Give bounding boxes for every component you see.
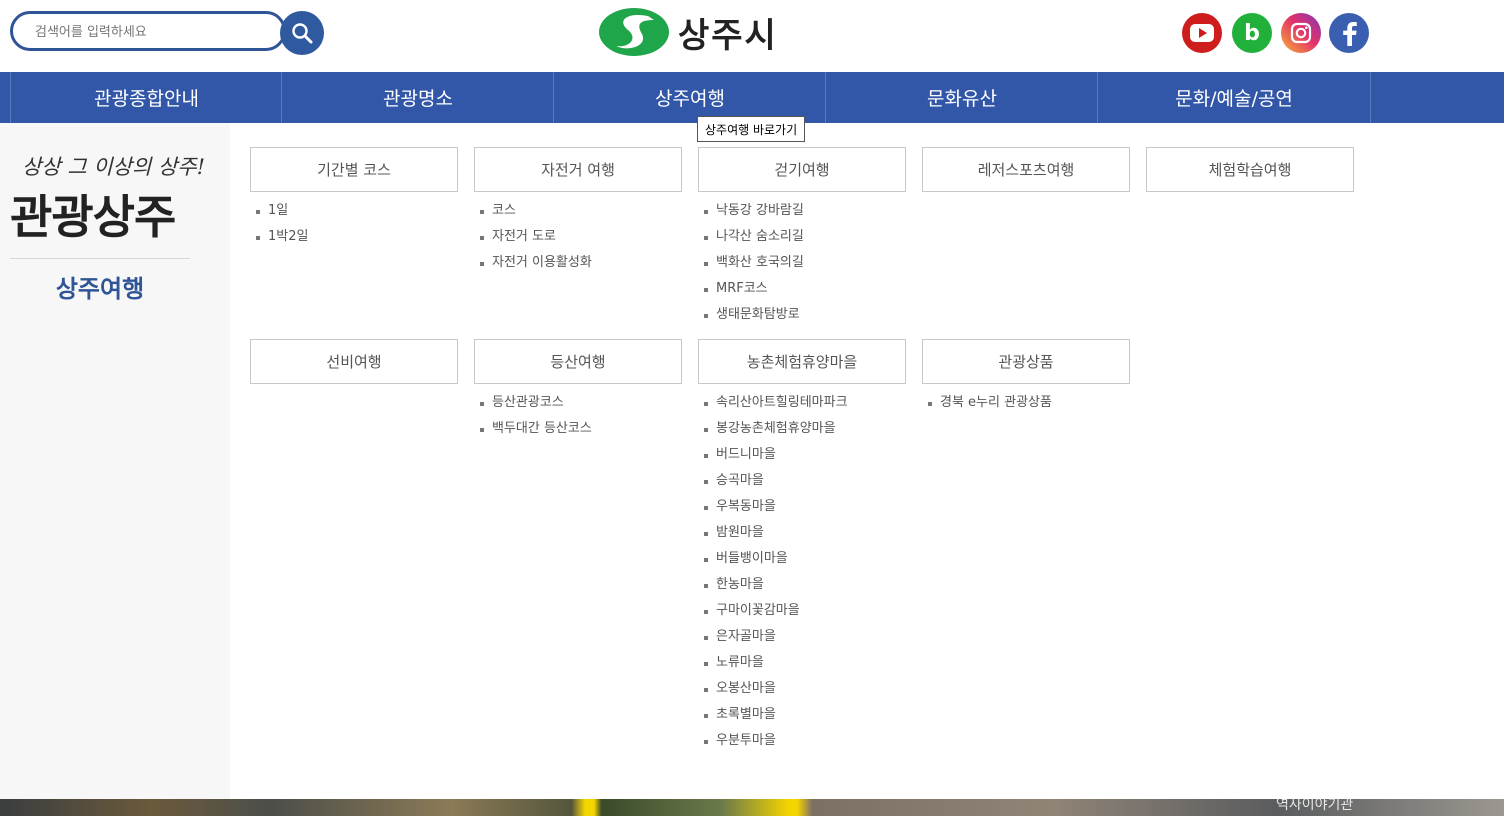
nav-tour-guide[interactable]: 관광종합안내 xyxy=(10,72,282,123)
slogan: 상상 그 이상의 상주! xyxy=(22,155,206,179)
logo-text: 상주시 xyxy=(678,15,778,56)
submenu-item[interactable]: 한농마을 xyxy=(698,572,848,598)
submenu-item[interactable]: 은자골마을 xyxy=(698,624,848,650)
submenu-item[interactable]: 우분투마을 xyxy=(698,728,848,754)
submenu-rural-village: 속리산아트힐링테마파크 봉강농촌체험휴양마을 버드니마을 승곡마을 우복동마을 … xyxy=(698,390,848,754)
submenu-walking-travel: 낙동강 강바람길 나각산 숨소리길 백화산 호국의길 MRF코스 생태문화탐방로 xyxy=(698,198,804,328)
menu-hiking-travel[interactable]: 등산여행 xyxy=(474,339,682,384)
submenu-item[interactable]: 자전거 도로 xyxy=(474,224,592,250)
submenu-item[interactable]: 백두대간 등산코스 xyxy=(474,416,592,442)
submenu-item[interactable]: MRF코스 xyxy=(698,276,804,302)
menu-tour-products[interactable]: 관광상품 xyxy=(922,339,1130,384)
submenu-hiking-travel: 등산관광코스 백두대간 등산코스 xyxy=(474,390,592,442)
youtube-icon xyxy=(1190,24,1214,42)
submenu-item[interactable]: 구마이꽃감마을 xyxy=(698,598,848,624)
menu-rural-village[interactable]: 농촌체험휴양마을 xyxy=(698,339,906,384)
nav-culture-arts[interactable]: 문화/예술/공연 xyxy=(1097,72,1371,123)
site-logo[interactable]: 상주시 xyxy=(598,6,778,58)
menu-period-course[interactable]: 기간별 코스 xyxy=(250,147,458,192)
submenu-item[interactable]: 코스 xyxy=(474,198,592,224)
submenu-item[interactable]: 노류마을 xyxy=(698,650,848,676)
submenu-item[interactable]: 생태문화탐방로 xyxy=(698,302,804,328)
submenu-item[interactable]: 오봉산마을 xyxy=(698,676,848,702)
submenu-tour-products: 경북 e누리 관광상품 xyxy=(922,390,1052,416)
submenu-item[interactable]: 나각산 숨소리길 xyxy=(698,224,804,250)
search-input[interactable] xyxy=(33,14,267,50)
submenu-item[interactable]: 백화산 호국의길 xyxy=(698,250,804,276)
submenu-item[interactable]: 자전거 이용활성화 xyxy=(474,250,592,276)
search-button[interactable] xyxy=(280,11,324,55)
submenu-item[interactable]: 1박2일 xyxy=(250,224,308,250)
youtube-link[interactable] xyxy=(1182,13,1222,53)
submenu-item[interactable]: 버들뱅이마을 xyxy=(698,546,848,572)
sidebar-divider xyxy=(10,258,190,259)
submenu-item[interactable]: 낙동강 강바람길 xyxy=(698,198,804,224)
search-icon xyxy=(292,23,313,44)
nav-tooltip: 상주여행 바로가기 xyxy=(697,116,806,142)
facebook-link[interactable] xyxy=(1329,13,1369,53)
submenu-item[interactable]: 1일 xyxy=(250,198,308,224)
submenu-item[interactable]: 등산관광코스 xyxy=(474,390,592,416)
menu-leisure-sports[interactable]: 레저스포츠여행 xyxy=(922,147,1130,192)
facebook-icon xyxy=(1343,22,1357,46)
submenu-item[interactable]: 초록별마을 xyxy=(698,702,848,728)
submenu-item[interactable]: 밤원마을 xyxy=(698,520,848,546)
nav-attractions[interactable]: 관광명소 xyxy=(281,72,554,123)
instagram-link[interactable] xyxy=(1281,13,1321,53)
menu-seonbi-travel[interactable]: 선비여행 xyxy=(250,339,458,384)
menu-experience-learning[interactable]: 체험학습여행 xyxy=(1146,147,1354,192)
sidebar-title: 관광상주 xyxy=(10,190,176,244)
search-field[interactable] xyxy=(10,11,286,51)
blog-icon: b xyxy=(1244,20,1260,46)
dropdown-sidebar: 상상 그 이상의 상주! 관광상주 상주여행 xyxy=(0,123,230,799)
sangju-logo-icon xyxy=(599,8,669,56)
submenu-bicycle-travel: 코스 자전거 도로 자전거 이용활성화 xyxy=(474,198,592,276)
header: 상주시 b xyxy=(0,0,1504,72)
submenu-item[interactable]: 봉강농촌체험휴양마을 xyxy=(698,416,848,442)
menu-bicycle-travel[interactable]: 자전거 여행 xyxy=(474,147,682,192)
submenu-item[interactable]: 경북 e누리 관광상품 xyxy=(922,390,1052,416)
menu-walking-travel[interactable]: 걷기여행 xyxy=(698,147,906,192)
submenu-item[interactable]: 우복동마을 xyxy=(698,494,848,520)
submenu-item[interactable]: 속리산아트힐링테마파크 xyxy=(698,390,848,416)
banner-strip-text: 역사이야기관 xyxy=(1276,799,1354,813)
submenu-item[interactable]: 승곡마을 xyxy=(698,468,848,494)
blog-link[interactable]: b xyxy=(1232,13,1272,53)
sidebar-current-section: 상주여행 xyxy=(55,275,145,303)
nav-heritage[interactable]: 문화유산 xyxy=(825,72,1098,123)
instagram-icon xyxy=(1290,22,1312,44)
submenu-item[interactable]: 버드니마을 xyxy=(698,442,848,468)
submenu-period-course: 1일 1박2일 xyxy=(250,198,308,250)
